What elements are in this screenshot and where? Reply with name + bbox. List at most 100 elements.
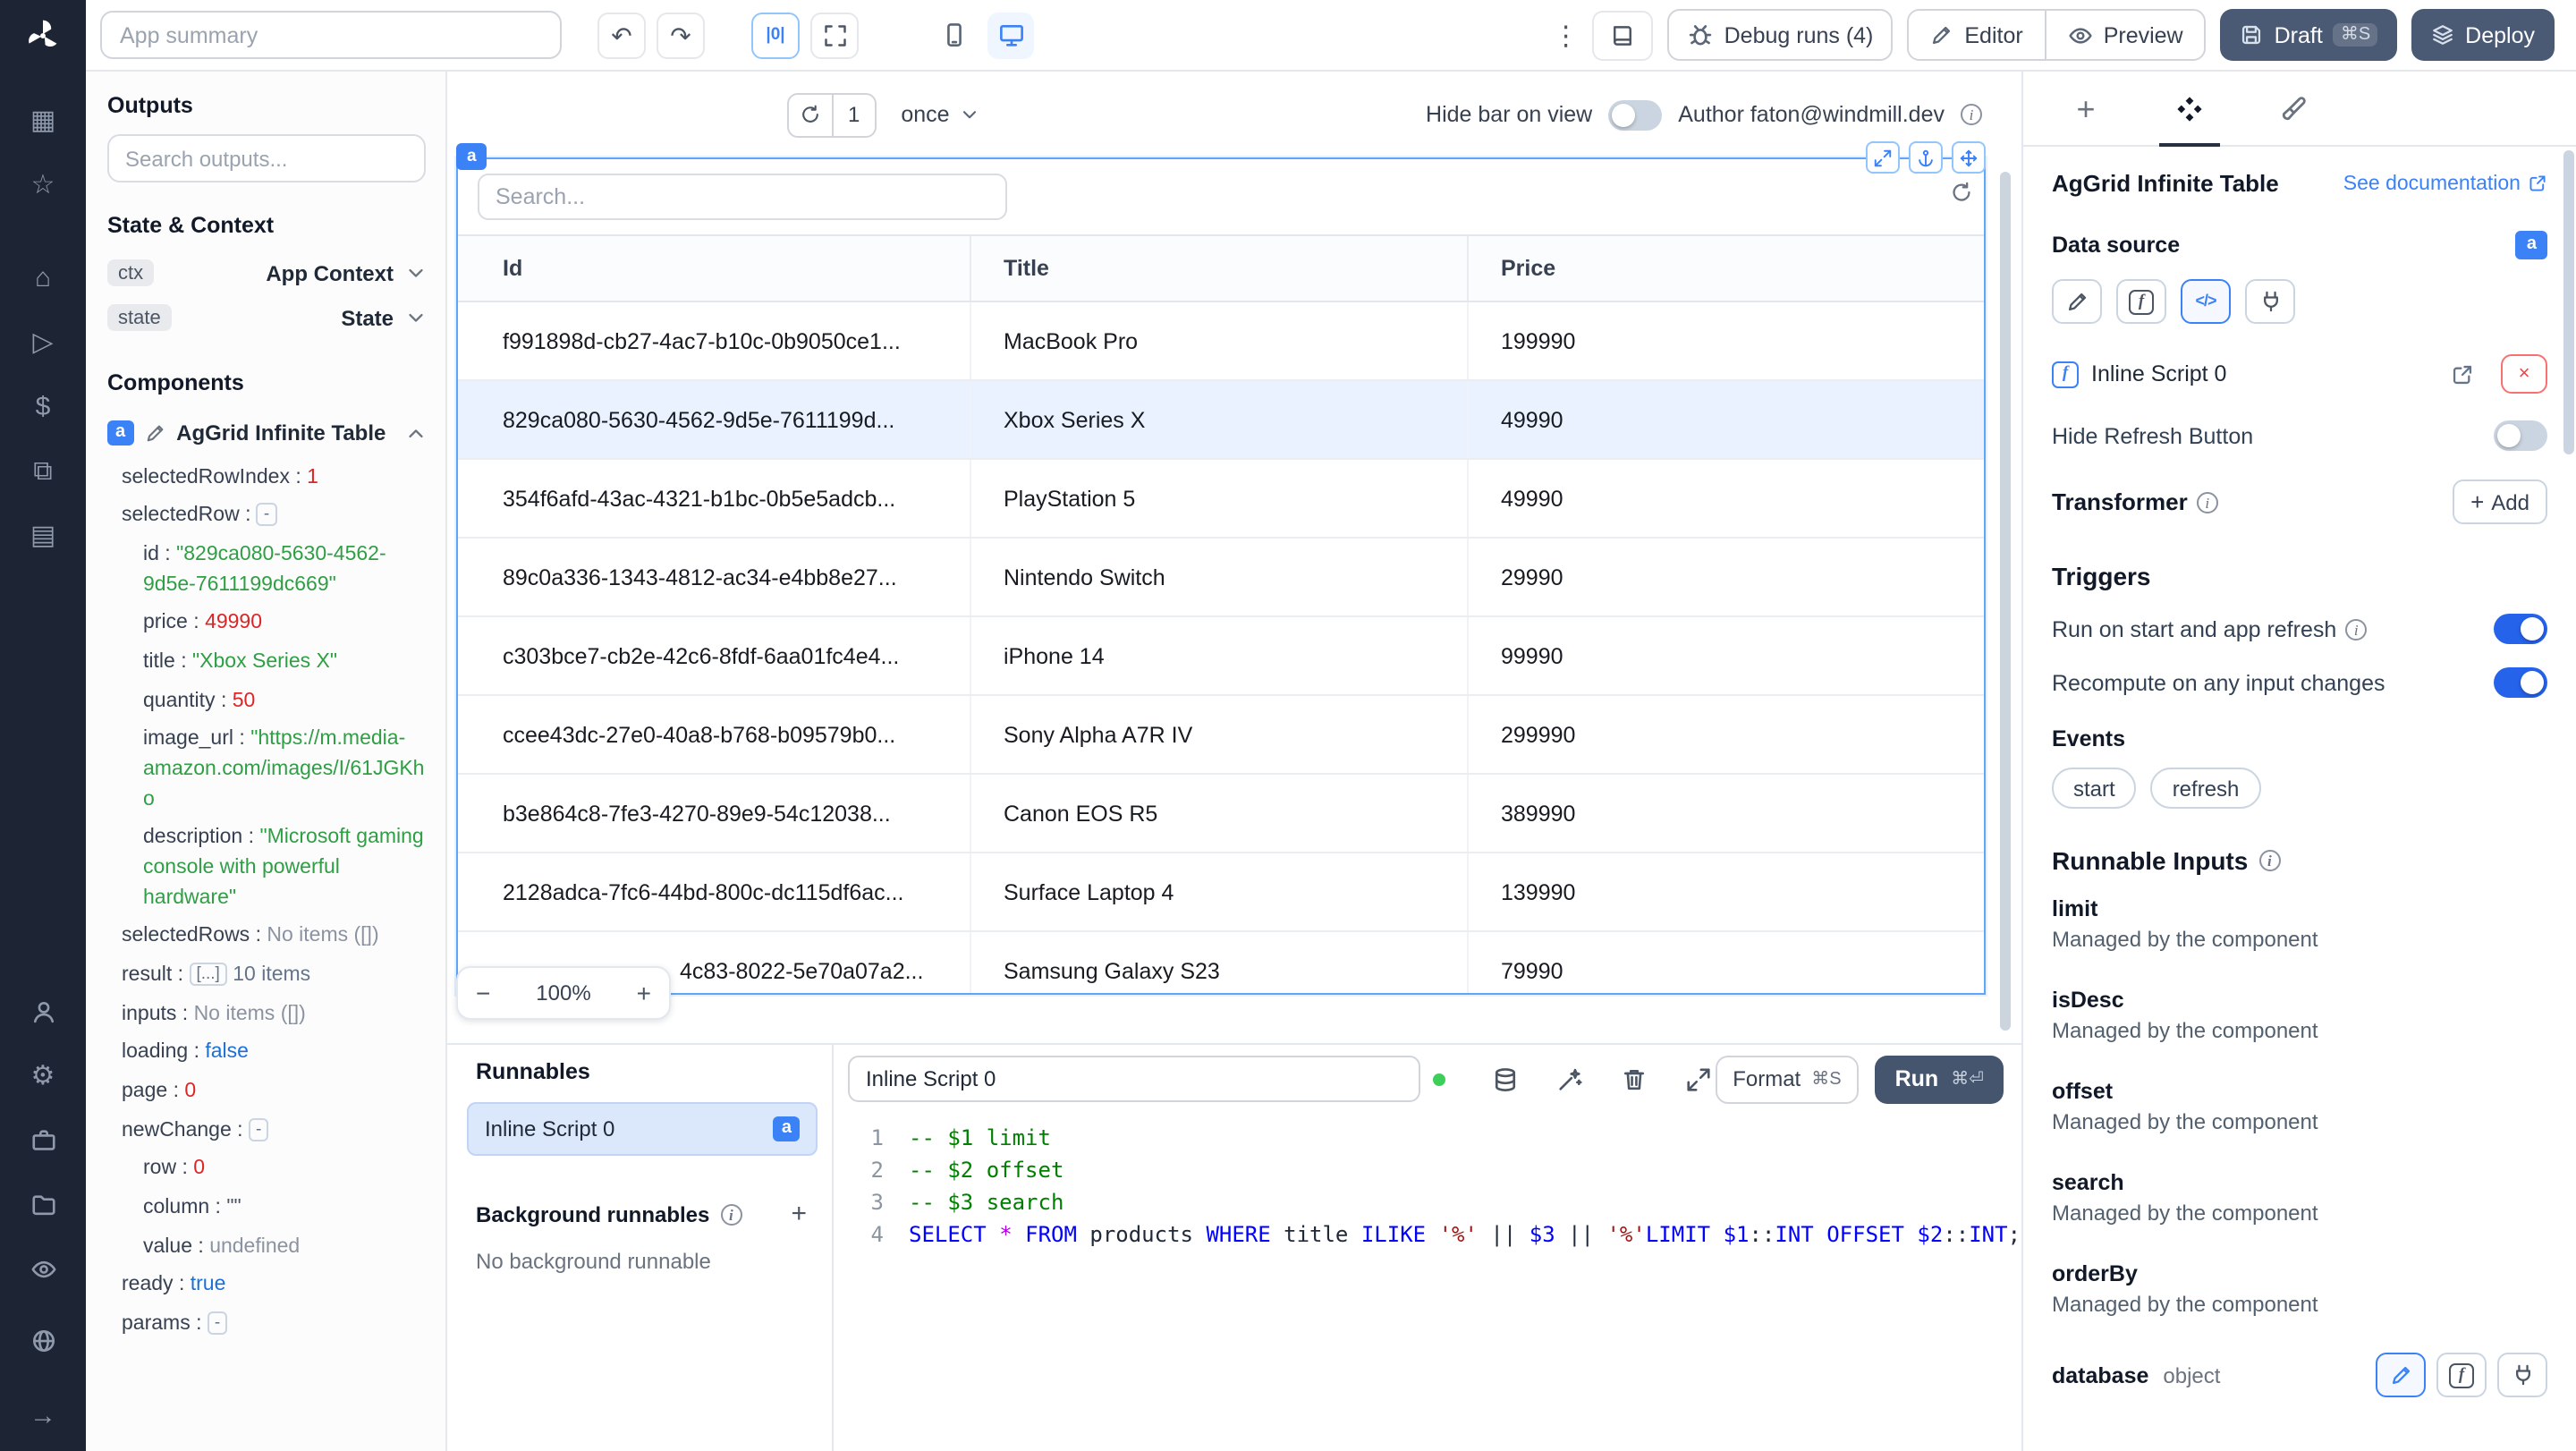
settings-icon[interactable]: ⚙ [29,1061,57,1090]
output-quantity[interactable]: quantity : 50 [86,682,445,720]
info-icon[interactable]: i [2196,491,2218,513]
static-mode-button[interactable] [2052,279,2102,324]
deploy-button[interactable]: Deploy [2411,9,2555,61]
folder-icon[interactable] [29,1190,57,1218]
database-icon[interactable] [1492,1065,1519,1092]
move-component-button[interactable] [1952,141,1986,174]
output-image_url[interactable]: image_url : "https://m.media-amazon.com/… [86,720,445,819]
column-header-price[interactable]: Price [1469,236,1984,301]
connect-mode-button[interactable] [2497,1353,2547,1397]
play-icon[interactable]: ▷ [29,327,57,356]
tab-insert[interactable]: + [2034,72,2138,145]
output-price[interactable]: price : 49990 [86,604,445,642]
output-value[interactable]: value : undefined [86,1227,445,1266]
docs-button[interactable] [1591,10,1653,60]
zoom-in-button[interactable]: + [637,980,651,1006]
redo-button[interactable]: ↷ [657,12,705,58]
add-background-runnable-button[interactable]: + [791,1199,807,1229]
fullscreen-button[interactable] [810,12,859,58]
script-name-input[interactable]: Inline Script 0 [848,1056,1420,1102]
more-menu-icon[interactable]: ⋮ [1553,19,1580,51]
output-result[interactable]: result : [...] 10 items [86,956,445,995]
column-header-title[interactable]: Title [971,236,1469,301]
frequency-select[interactable]: once [901,102,979,127]
outputs-search-input[interactable] [107,134,426,182]
tab-styling[interactable] [2241,72,2345,145]
component-tag[interactable]: a [456,143,487,170]
sql-code[interactable]: 1 -- $1 limit 2 -- $2 offset 3 -- $3 search 4 S… [834,1116,2021,1451]
hide-refresh-toggle[interactable] [2494,420,2547,451]
home-icon[interactable]: ⌂ [29,263,57,292]
desktop-view-button[interactable] [987,12,1034,58]
app-summary-input[interactable] [100,11,562,59]
remove-script-button[interactable]: × [2501,354,2547,394]
connect-mode-button[interactable] [2245,279,2295,324]
add-transformer-button[interactable]: + Add [2453,479,2547,524]
output-row[interactable]: row : 0 [86,1150,445,1189]
undo-button[interactable]: ↶ [597,12,646,58]
table-row[interactable]: 89c0a336-1343-4812-ac34-e4bb8e27... Ninte… [458,539,1984,617]
refresh-count-control[interactable]: 1 [787,92,877,137]
info-icon[interactable]: i [2258,850,2281,871]
table-row[interactable]: c303bce7-cb2e-42c6-8fdf-6aa01fc4e4... iPh… [458,617,1984,696]
table-search-input[interactable] [478,174,1007,220]
right-scrollbar[interactable] [2563,150,2574,454]
format-button[interactable]: Format ⌘S [1715,1055,1860,1103]
briefcase-icon[interactable] [29,1125,57,1154]
component-refresh-icon[interactable] [1950,181,1973,204]
output-newChange[interactable]: newChange : - [86,1111,445,1150]
canvas-scrollbar[interactable] [2000,172,2011,1031]
output-inputs[interactable]: inputs : No items ([]) [86,995,445,1033]
template-mode-button[interactable]: f [2116,279,2166,324]
output-selectedRowIndex[interactable]: selectedRowIndex : 1 [86,458,445,496]
draft-button[interactable]: Draft ⌘S [2220,9,2398,61]
eval-mode-button[interactable]: </> [2181,279,2231,324]
info-icon[interactable]: i [1961,104,1982,125]
delete-icon[interactable] [1621,1065,1648,1092]
table-row[interactable]: 829ca080-5630-4562-9d5e-7611199d... Xbox … [458,381,1984,460]
board-icon[interactable]: ▦ [29,106,57,134]
table-row[interactable]: 354f6afd-43ac-4321-b1bc-0b5e5adcb... Play… [458,460,1984,539]
apps-icon[interactable]: ⧉ [29,456,57,485]
tab-component-settings[interactable] [2138,72,2241,147]
chevron-up-icon[interactable] [404,421,428,445]
table-row[interactable]: f991898d-cb27-4ac7-b10c-0b9050ce1... MacB… [458,302,1984,381]
zoom-out-button[interactable]: − [476,980,490,1006]
output-params[interactable]: params : - [86,1305,445,1344]
table-row[interactable]: b3e864c8-7fe3-4270-89e9-54c12038... Canon… [458,775,1984,853]
windmill-logo-icon[interactable] [23,16,63,55]
event-chip-start[interactable]: start [2052,768,2137,809]
output-loading[interactable]: loading : false [86,1034,445,1073]
star-icon[interactable]: ☆ [29,170,57,199]
output-title[interactable]: title : "Xbox Series X" [86,643,445,682]
aggrid-table-component[interactable]: IdTitlePrice f991898d-cb27-4ac7-b10c-0b9… [456,157,1986,995]
component-row[interactable]: a AgGrid Infinite Table [86,408,445,454]
run-on-start-toggle[interactable] [2494,614,2547,644]
output-ready[interactable]: ready : true [86,1267,445,1305]
state-row[interactable]: state State [86,295,445,340]
ai-wand-icon[interactable] [1556,1065,1583,1092]
output-id[interactable]: id : "829ca080-5630-4562-9d5e-7611199dc6… [86,536,445,605]
expand-component-button[interactable] [1866,141,1900,174]
mobile-view-button[interactable] [930,12,977,58]
table-row[interactable]: ccee43dc-27e0-40a8-b768-b09579b0... Sony … [458,696,1984,775]
calendar-icon[interactable]: ▤ [29,521,57,549]
hide-bar-toggle[interactable] [1608,99,1663,130]
output-column[interactable]: column : "" [86,1189,445,1227]
table-row[interactable]: 4c83-8022-5e70a07a2... Samsung Galaxy S23… [458,932,1984,993]
ctx-row[interactable]: ctx App Context [86,250,445,295]
eye-icon[interactable] [29,1254,57,1283]
event-chip-refresh[interactable]: refresh [2150,768,2261,809]
globe-icon[interactable] [29,1326,57,1354]
user-icon[interactable] [29,997,57,1025]
column-header-id[interactable]: Id [458,236,971,301]
expand-editor-icon[interactable] [1685,1065,1712,1092]
pencil-icon[interactable] [144,422,165,444]
anchor-component-button[interactable] [1909,141,1943,174]
runnable-item[interactable]: Inline Script 0 a [467,1102,818,1156]
info-icon[interactable]: i [2345,618,2368,640]
collapse-icon[interactable]: → [29,1401,57,1430]
output-selectedRows[interactable]: selectedRows : No items ([]) [86,917,445,955]
inline-script-row[interactable]: f Inline Script 0 × [2052,354,2547,394]
editor-tab[interactable]: Editor [1909,11,2045,59]
